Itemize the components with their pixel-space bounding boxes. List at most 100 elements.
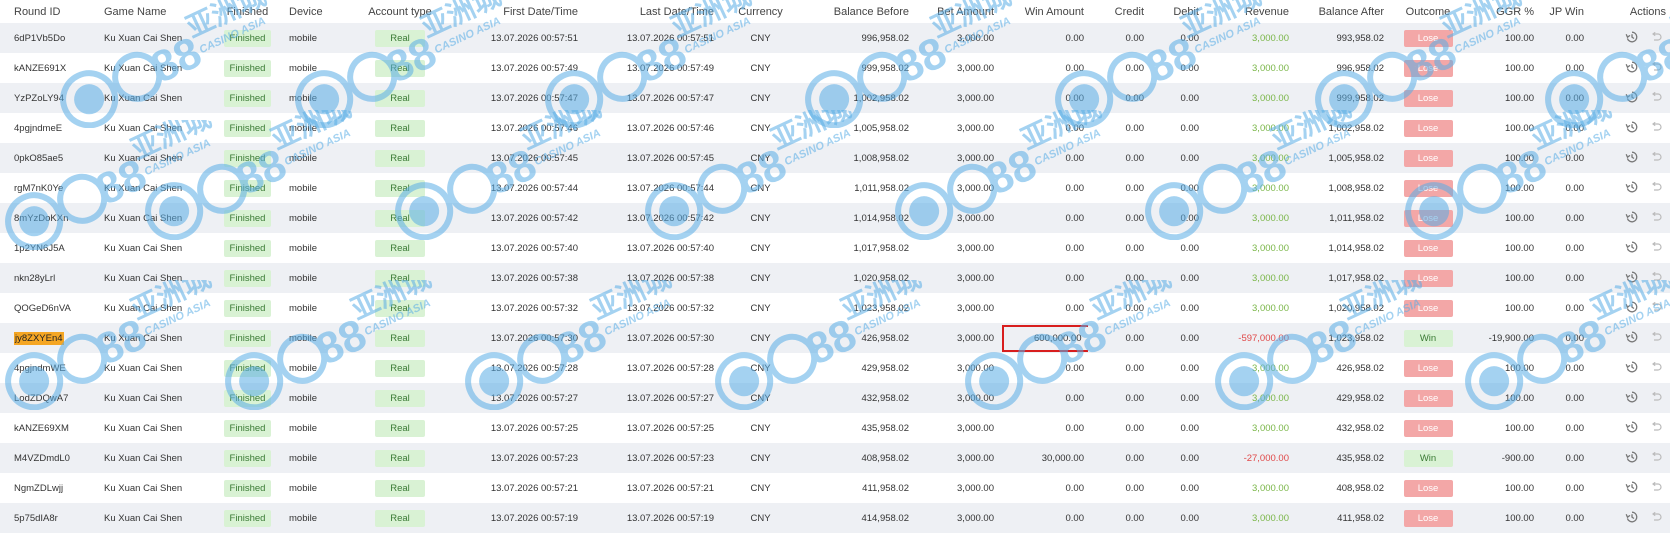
round-id-cell[interactable]: YzPZoLY94 — [0, 83, 100, 113]
col-round-id[interactable]: Round ID — [0, 0, 100, 23]
round-id[interactable]: kANZE691X — [14, 63, 66, 74]
col-revenue[interactable]: Revenue — [1203, 0, 1293, 23]
history-icon[interactable] — [1625, 390, 1639, 407]
round-id-cell[interactable]: 5p75dIA8r — [0, 503, 100, 533]
table-row[interactable]: 8mYzDoKXn Ku Xuan Cai Shen Finished mobi… — [0, 203, 1670, 233]
round-id[interactable]: 4pgjndmWE — [14, 363, 66, 374]
round-id[interactable]: 6dP1Vb5Do — [14, 33, 65, 44]
col-last-date[interactable]: Last Date/Time — [582, 0, 718, 23]
round-id[interactable]: YzPZoLY94 — [14, 93, 64, 104]
table-row[interactable]: M4VZDmdL0 Ku Xuan Cai Shen Finished mobi… — [0, 443, 1670, 473]
history-icon[interactable] — [1625, 120, 1639, 137]
col-debit[interactable]: Debit — [1148, 0, 1203, 23]
table-row[interactable]: 5p75dIA8r Ku Xuan Cai Shen Finished mobi… — [0, 503, 1670, 533]
undo-icon[interactable] — [1650, 31, 1662, 46]
col-first-date[interactable]: First Date/Time — [450, 0, 582, 23]
col-jp-win[interactable]: JP Win — [1538, 0, 1588, 23]
col-finished[interactable]: Finished — [210, 0, 285, 23]
undo-icon[interactable] — [1650, 301, 1662, 316]
history-icon[interactable] — [1625, 30, 1639, 47]
undo-icon[interactable] — [1650, 391, 1662, 406]
round-id-cell[interactable]: jy8ZXYEn4 — [0, 323, 100, 353]
undo-icon[interactable] — [1650, 481, 1662, 496]
round-id-cell[interactable]: QOGeD6nVA — [0, 293, 100, 323]
col-device[interactable]: Device — [285, 0, 350, 23]
round-id[interactable]: LodZDQwA7 — [14, 393, 68, 404]
history-icon[interactable] — [1625, 60, 1639, 77]
round-id-cell[interactable]: 8mYzDoKXn — [0, 203, 100, 233]
undo-icon[interactable] — [1650, 181, 1662, 196]
table-row[interactable]: jy8ZXYEn4 Ku Xuan Cai Shen Finished mobi… — [0, 323, 1670, 353]
history-icon[interactable] — [1625, 510, 1639, 527]
history-icon[interactable] — [1625, 360, 1639, 377]
round-id[interactable]: NgmZDLwjj — [14, 483, 63, 494]
table-row[interactable]: kANZE691X Ku Xuan Cai Shen Finished mobi… — [0, 53, 1670, 83]
history-icon[interactable] — [1625, 240, 1639, 257]
round-id[interactable]: 8mYzDoKXn — [14, 213, 68, 224]
table-row[interactable]: YzPZoLY94 Ku Xuan Cai Shen Finished mobi… — [0, 83, 1670, 113]
round-id[interactable]: M4VZDmdL0 — [14, 453, 70, 464]
round-id-cell[interactable]: rgM7nK0Ye — [0, 173, 100, 203]
table-row[interactable]: NgmZDLwjj Ku Xuan Cai Shen Finished mobi… — [0, 473, 1670, 503]
undo-icon[interactable] — [1650, 241, 1662, 256]
round-id-cell[interactable]: M4VZDmdL0 — [0, 443, 100, 473]
history-icon[interactable] — [1625, 300, 1639, 317]
history-icon[interactable] — [1625, 270, 1639, 287]
table-row[interactable]: LodZDQwA7 Ku Xuan Cai Shen Finished mobi… — [0, 383, 1670, 413]
history-icon[interactable] — [1625, 420, 1639, 437]
col-ggr[interactable]: GGR % — [1468, 0, 1538, 23]
round-id-cell[interactable]: kANZE69XM — [0, 413, 100, 443]
round-id[interactable]: jy8ZXYEn4 — [14, 331, 64, 345]
undo-icon[interactable] — [1650, 361, 1662, 376]
round-id-cell[interactable]: NgmZDLwjj — [0, 473, 100, 503]
undo-icon[interactable] — [1650, 271, 1662, 286]
round-id-cell[interactable]: 1p2YN6J5A — [0, 233, 100, 263]
round-id[interactable]: rgM7nK0Ye — [14, 183, 63, 194]
table-row[interactable]: 0pkO85ae5 Ku Xuan Cai Shen Finished mobi… — [0, 143, 1670, 173]
undo-icon[interactable] — [1650, 451, 1662, 466]
col-currency[interactable]: Currency — [718, 0, 803, 23]
history-icon[interactable] — [1625, 330, 1639, 347]
col-account-type[interactable]: Account type — [350, 0, 450, 23]
undo-icon[interactable] — [1650, 211, 1662, 226]
history-icon[interactable] — [1625, 90, 1639, 107]
table-row[interactable]: 6dP1Vb5Do Ku Xuan Cai Shen Finished mobi… — [0, 23, 1670, 53]
table-row[interactable]: QOGeD6nVA Ku Xuan Cai Shen Finished mobi… — [0, 293, 1670, 323]
round-id-cell[interactable]: LodZDQwA7 — [0, 383, 100, 413]
col-balance-after[interactable]: Balance After — [1293, 0, 1388, 23]
round-id[interactable]: 1p2YN6J5A — [14, 243, 65, 254]
round-id-cell[interactable]: nkn28yLrl — [0, 263, 100, 293]
col-bet-amount[interactable]: Bet Amount — [913, 0, 998, 23]
round-id[interactable]: nkn28yLrl — [14, 273, 55, 284]
undo-icon[interactable] — [1650, 331, 1662, 346]
undo-icon[interactable] — [1650, 511, 1662, 526]
table-row[interactable]: 1p2YN6J5A Ku Xuan Cai Shen Finished mobi… — [0, 233, 1670, 263]
col-credit[interactable]: Credit — [1088, 0, 1148, 23]
round-id-cell[interactable]: kANZE691X — [0, 53, 100, 83]
undo-icon[interactable] — [1650, 91, 1662, 106]
history-icon[interactable] — [1625, 450, 1639, 467]
round-id[interactable]: 0pkO85ae5 — [14, 153, 63, 164]
history-icon[interactable] — [1625, 210, 1639, 227]
round-id-cell[interactable]: 0pkO85ae5 — [0, 143, 100, 173]
table-row[interactable]: rgM7nK0Ye Ku Xuan Cai Shen Finished mobi… — [0, 173, 1670, 203]
table-row[interactable]: nkn28yLrl Ku Xuan Cai Shen Finished mobi… — [0, 263, 1670, 293]
table-row[interactable]: 4pgjndmWE Ku Xuan Cai Shen Finished mobi… — [0, 353, 1670, 383]
round-id[interactable]: 4pgjndmeE — [14, 123, 62, 134]
round-id[interactable]: QOGeD6nVA — [14, 303, 71, 314]
history-icon[interactable] — [1625, 150, 1639, 167]
history-icon[interactable] — [1625, 180, 1639, 197]
table-row[interactable]: 4pgjndmeE Ku Xuan Cai Shen Finished mobi… — [0, 113, 1670, 143]
round-id[interactable]: kANZE69XM — [14, 423, 69, 434]
history-icon[interactable] — [1625, 480, 1639, 497]
round-id-cell[interactable]: 6dP1Vb5Do — [0, 23, 100, 53]
undo-icon[interactable] — [1650, 121, 1662, 136]
table-row[interactable]: kANZE69XM Ku Xuan Cai Shen Finished mobi… — [0, 413, 1670, 443]
undo-icon[interactable] — [1650, 421, 1662, 436]
round-id-cell[interactable]: 4pgjndmeE — [0, 113, 100, 143]
col-outcome[interactable]: Outcome — [1388, 0, 1468, 23]
round-id[interactable]: 5p75dIA8r — [14, 513, 58, 524]
col-win-amount[interactable]: Win Amount — [998, 0, 1088, 23]
round-id-cell[interactable]: 4pgjndmWE — [0, 353, 100, 383]
col-game-name[interactable]: Game Name — [100, 0, 210, 23]
